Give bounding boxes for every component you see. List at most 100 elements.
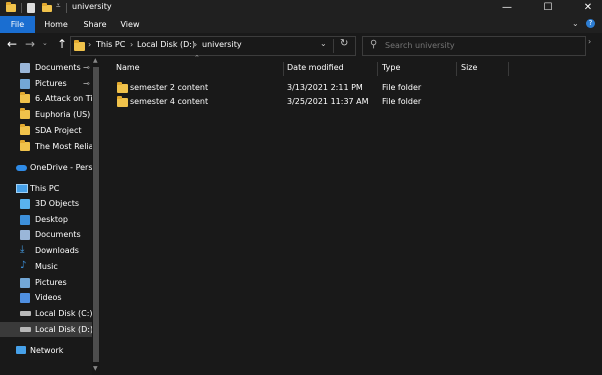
tab-share[interactable]: Share bbox=[76, 16, 114, 33]
nav-item-euphoria-us-2[interactable]: Euphoria (US) (2 bbox=[14, 107, 93, 122]
properties-icon[interactable] bbox=[27, 3, 35, 13]
window-title: university bbox=[72, 2, 112, 11]
music-icon: ♪ bbox=[20, 259, 27, 271]
search-icon: ⚲ bbox=[370, 39, 378, 50]
nav-item-network[interactable]: Network bbox=[14, 343, 92, 358]
search-input[interactable] bbox=[385, 39, 575, 51]
pin-icon[interactable]: ⊸ bbox=[83, 76, 90, 91]
nav-item-the-most-reliabl[interactable]: The Most Reliabl bbox=[14, 139, 93, 154]
tab-home[interactable]: Home bbox=[38, 16, 74, 33]
main-area: Documents⊸Pictures⊸6. Attack on TitaEuph… bbox=[0, 54, 602, 375]
videos-icon bbox=[20, 293, 30, 304]
more-options-icon[interactable]: › bbox=[588, 37, 591, 46]
nav-item-label: Music bbox=[35, 261, 58, 271]
tab-file[interactable]: File bbox=[0, 16, 35, 33]
nav-item-label: This PC bbox=[30, 184, 60, 193]
back-arrow-icon[interactable]: ← bbox=[7, 37, 17, 51]
desktop-icon bbox=[20, 214, 30, 225]
nav-item-this-pc[interactable]: This PC bbox=[14, 181, 92, 196]
help-icon[interactable]: ? bbox=[586, 19, 595, 28]
ribbon-tabs: File Home Share View ⌄ ? bbox=[0, 16, 602, 33]
navigation-pane: Documents⊸Pictures⊸6. Attack on TitaEuph… bbox=[0, 57, 93, 375]
folder-icon bbox=[74, 40, 85, 51]
column-size[interactable]: Size bbox=[461, 57, 477, 79]
nav-item-label: Downloads bbox=[35, 246, 79, 256]
nav-item-local-disk-d[interactable]: Local Disk (D:) bbox=[0, 321, 93, 337]
title-separator bbox=[66, 3, 67, 13]
column-date-modified[interactable]: Date modified bbox=[287, 57, 344, 79]
nav-item-label: SDA Project bbox=[35, 125, 82, 135]
drive-icon bbox=[20, 326, 31, 332]
maximize-button[interactable]: ☐ bbox=[534, 0, 562, 16]
nav-item-label: The Most Reliabl bbox=[35, 141, 93, 151]
scroll-down-icon[interactable]: ▼ bbox=[93, 365, 98, 372]
minimize-button[interactable]: — bbox=[493, 0, 521, 16]
file-date: 3/25/2021 11:37 AM bbox=[287, 97, 369, 106]
sort-up-icon: ⌃ bbox=[194, 54, 200, 62]
address-divider bbox=[333, 39, 334, 53]
column-divider bbox=[456, 62, 457, 76]
nav-item-sda-project[interactable]: SDA Project bbox=[14, 123, 92, 138]
tab-view[interactable]: View bbox=[113, 16, 147, 33]
scroll-up-icon[interactable]: ▲ bbox=[93, 57, 98, 64]
folder-icon bbox=[20, 108, 30, 120]
nav-item-local-disk-c[interactable]: Local Disk (C:) bbox=[14, 306, 93, 321]
nav-item-6-attack-on-tita[interactable]: 6. Attack on Tita bbox=[14, 91, 93, 106]
nav-item-desktop[interactable]: Desktop bbox=[14, 212, 92, 227]
title-bar: ⩡ university — ☐ ✕ bbox=[0, 0, 602, 16]
file-row[interactable]: semester 2 content 3/13/2021 2:11 PM Fil… bbox=[112, 81, 582, 95]
nav-item-onedrive[interactable]: OneDrive - Persor bbox=[14, 160, 93, 175]
up-arrow-icon[interactable]: ↑ bbox=[57, 37, 67, 51]
close-button[interactable]: ✕ bbox=[574, 0, 602, 16]
3d-objects-icon bbox=[20, 199, 30, 209]
search-box[interactable]: ⚲ bbox=[362, 36, 586, 56]
nav-item-label: OneDrive - Persor bbox=[30, 163, 93, 172]
nav-item-downloads[interactable]: ⤓ Downloads bbox=[14, 243, 92, 258]
breadcrumb-this-pc[interactable]: This PC bbox=[96, 40, 125, 49]
breadcrumb-separator: › bbox=[88, 40, 92, 49]
app-folder-icon bbox=[6, 2, 16, 12]
nav-item-documents[interactable]: Documents bbox=[14, 227, 92, 242]
chevron-down-icon[interactable]: ⌄ bbox=[572, 19, 579, 28]
folder-icon bbox=[117, 96, 128, 107]
nav-item-label: 6. Attack on Tita bbox=[35, 94, 93, 104]
documents-icon bbox=[20, 63, 30, 73]
nav-item-label: Local Disk (C:) bbox=[35, 308, 93, 318]
file-type: File folder bbox=[382, 97, 422, 106]
column-divider bbox=[283, 62, 284, 76]
file-date: 3/13/2021 2:11 PM bbox=[287, 83, 363, 92]
column-type[interactable]: Type bbox=[382, 57, 400, 79]
nav-item-pictures[interactable]: Pictures bbox=[14, 275, 92, 290]
folder-icon bbox=[20, 123, 30, 135]
breadcrumb-university[interactable]: university bbox=[202, 40, 242, 49]
nav-item-label: Local Disk (D:) bbox=[35, 324, 93, 334]
separator bbox=[21, 3, 22, 13]
folder-icon bbox=[117, 82, 128, 93]
nav-item-pictures[interactable]: Pictures ⊸ bbox=[14, 76, 92, 91]
file-row[interactable]: semester 4 content 3/25/2021 11:37 AM Fi… bbox=[112, 95, 582, 109]
scrollbar-thumb[interactable] bbox=[93, 67, 99, 362]
pictures-icon bbox=[20, 78, 30, 89]
address-history-chevron-icon[interactable]: ⌄ bbox=[320, 39, 327, 48]
nav-item-3d-objects[interactable]: 3D Objects bbox=[14, 196, 92, 211]
breadcrumb-separator: › bbox=[194, 40, 198, 49]
column-divider bbox=[508, 62, 509, 76]
column-name[interactable]: Name bbox=[116, 57, 140, 79]
nav-item-documents[interactable]: Documents ⊸ bbox=[14, 60, 92, 75]
forward-arrow-icon[interactable]: → bbox=[25, 37, 35, 51]
network-icon bbox=[16, 346, 26, 354]
new-folder-icon[interactable] bbox=[42, 3, 52, 12]
breadcrumb-local-disk-d[interactable]: Local Disk (D:) bbox=[137, 40, 195, 49]
file-type: File folder bbox=[382, 83, 422, 92]
file-name: semester 4 content bbox=[130, 97, 209, 106]
refresh-icon[interactable]: ↻ bbox=[340, 38, 348, 49]
recent-locations-icon[interactable]: ⌄ bbox=[42, 39, 48, 47]
nav-item-music[interactable]: ♪ Music bbox=[14, 259, 92, 274]
quick-access-dropdown-icon[interactable]: ⩡ bbox=[56, 1, 61, 11]
nav-scrollbar[interactable]: ▲ ▼ bbox=[92, 57, 100, 375]
address-box[interactable]: › This PC › Local Disk (D:) › university… bbox=[70, 36, 356, 56]
pictures-icon bbox=[20, 277, 30, 288]
pin-icon[interactable]: ⊸ bbox=[83, 60, 90, 75]
folder-icon bbox=[20, 92, 30, 104]
nav-item-videos[interactable]: Videos bbox=[14, 290, 92, 305]
